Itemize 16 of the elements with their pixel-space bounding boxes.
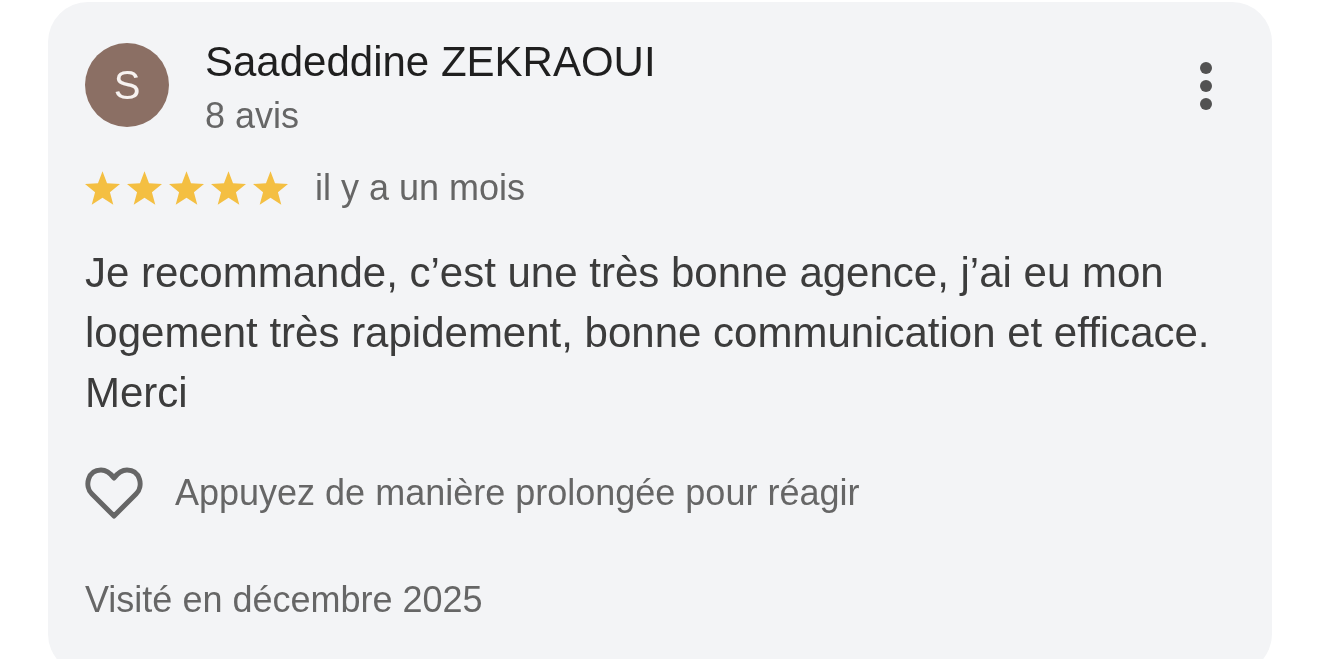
reaction-hint: Appuyez de manière prolongée pour réagir bbox=[175, 471, 860, 515]
star-icon bbox=[85, 171, 120, 205]
review-text: Je recommande, c’est une très bonne agence, j’ai eu mon logement très rapidement, bonne communication et efficace. Merci bbox=[85, 248, 1211, 418]
kebab-menu-icon bbox=[1200, 62, 1212, 110]
star-icon bbox=[169, 171, 204, 205]
more-options-button[interactable] bbox=[1200, 62, 1212, 110]
react-button[interactable] bbox=[85, 466, 143, 520]
review-time: il y a un mois bbox=[315, 168, 526, 208]
star-icon bbox=[211, 171, 246, 205]
star-icon bbox=[127, 171, 162, 205]
star-icon bbox=[253, 171, 288, 205]
visit-date: Visité en décembre 2025 bbox=[85, 578, 483, 622]
author-name: Saadeddine ZEKRAOUI bbox=[205, 38, 656, 86]
heart-icon bbox=[85, 466, 143, 520]
review-count: 8 avis bbox=[205, 94, 300, 138]
avatar: S bbox=[85, 43, 169, 127]
